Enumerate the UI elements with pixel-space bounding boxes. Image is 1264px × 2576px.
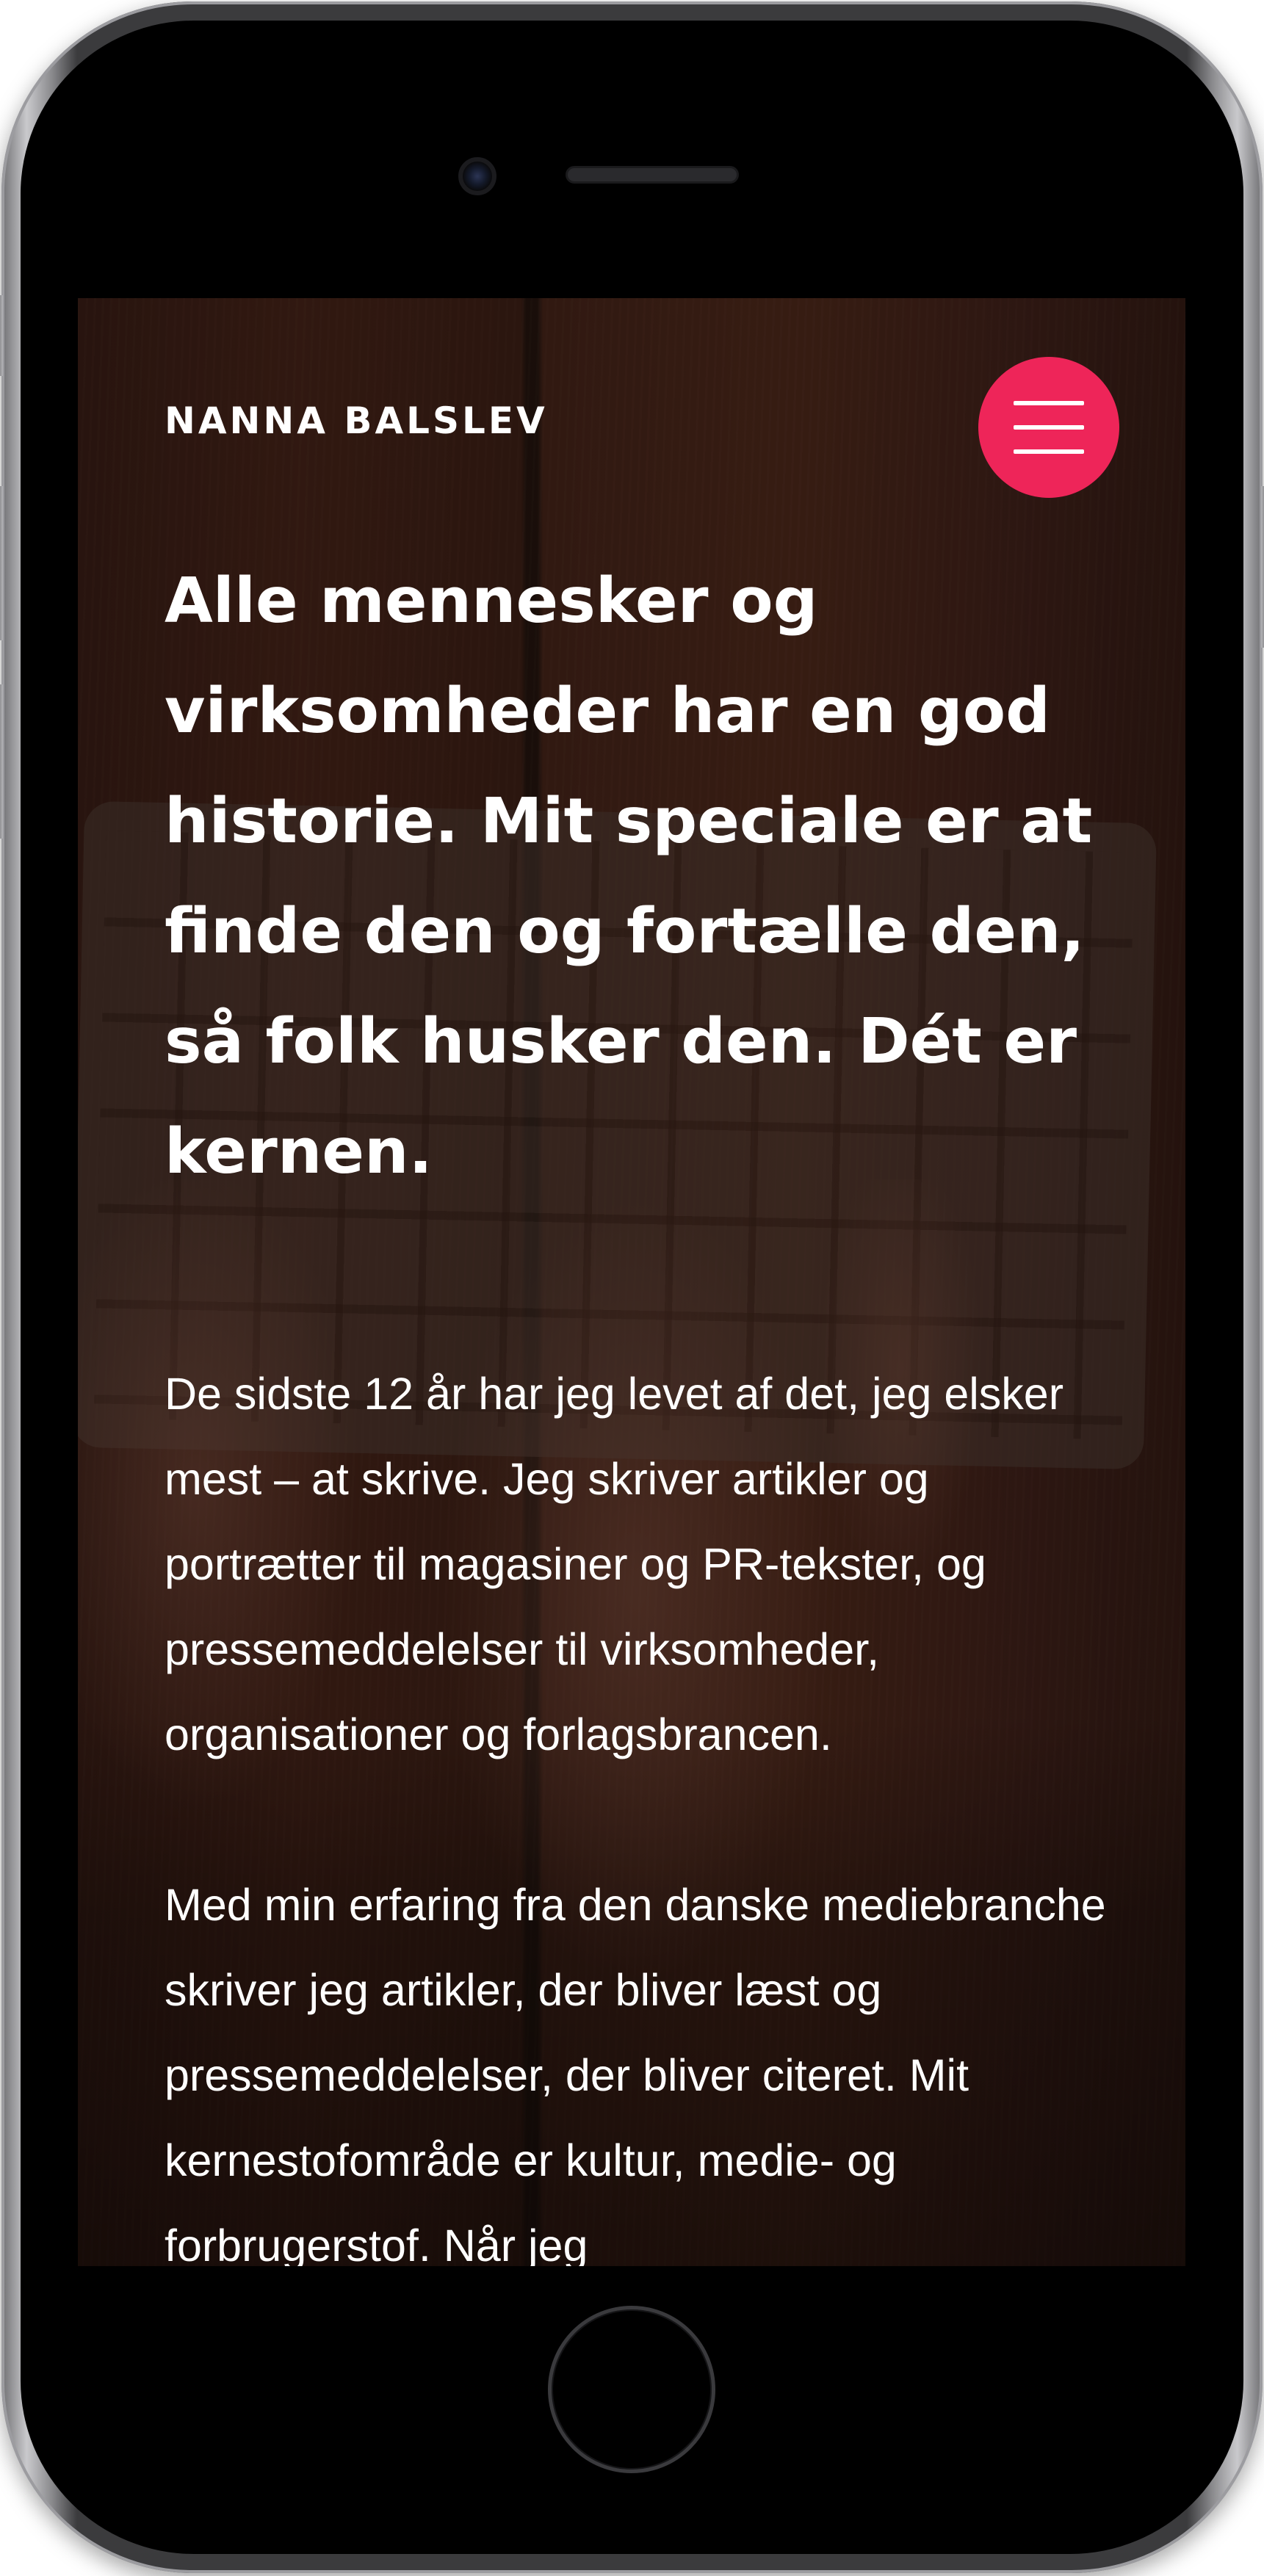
power-button — [1261, 486, 1264, 648]
experience-paragraph: Med min erfaring fra den danske mediebra… — [165, 1880, 1106, 2266]
earpiece-speaker — [566, 166, 739, 184]
page-content: NANNA BALSLEV Alle mennesker og virksomh… — [78, 298, 1185, 2266]
phone-frame: NANNA BALSLEV Alle mennesker og virksomh… — [0, 1, 1264, 2573]
screen: NANNA BALSLEV Alle mennesker og virksomh… — [78, 298, 1185, 2266]
volume-up-button — [0, 486, 3, 640]
mute-switch — [0, 295, 3, 376]
hamburger-menu-icon — [1014, 401, 1084, 405]
intro-paragraph: De sidste 12 år har jeg levet af det, je… — [165, 1369, 1064, 1759]
hero-headline: Alle mennesker og virksomheder har en go… — [165, 565, 1093, 1188]
site-logo-link[interactable]: NANNA BALSLEV — [165, 399, 548, 442]
front-camera — [458, 157, 496, 195]
volume-down-button — [0, 684, 3, 839]
menu-button[interactable] — [978, 357, 1119, 498]
home-button[interactable] — [548, 2306, 715, 2473]
